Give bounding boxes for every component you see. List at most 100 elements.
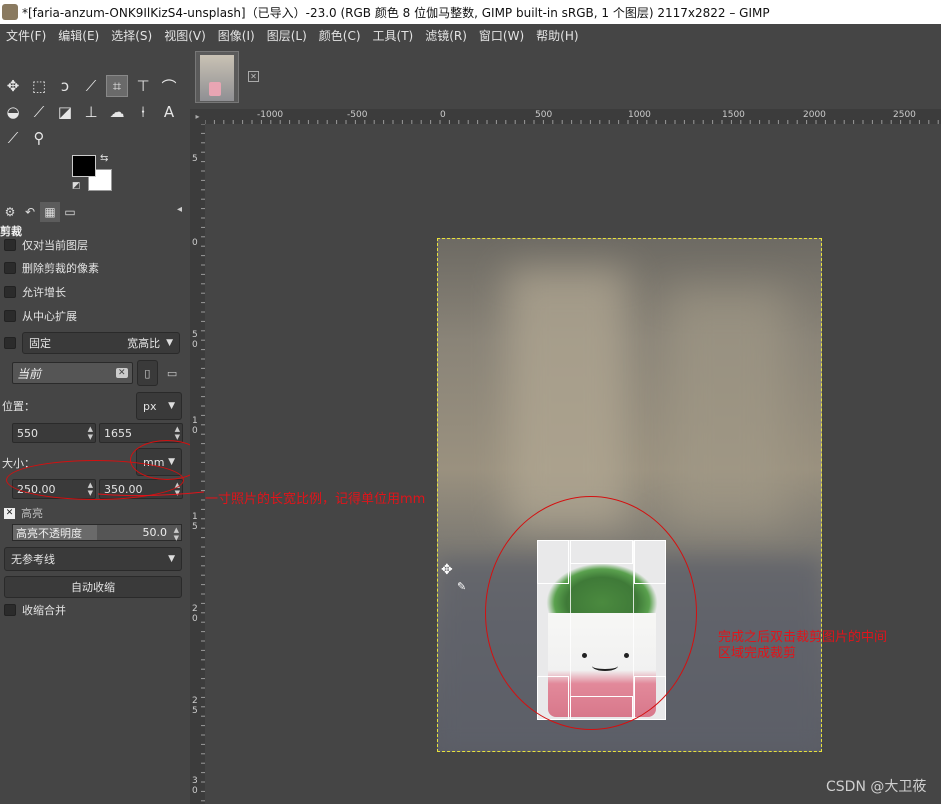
allow-growing-label: 允许增长: [22, 286, 66, 299]
allow-growing-option[interactable]: 允许增长: [4, 283, 66, 301]
device-status-tab-icon[interactable]: ▭: [60, 202, 80, 222]
ruler-h-label: -1000: [257, 110, 284, 120]
ruler-v-label: 1: [192, 512, 198, 522]
title-bar: *[faria-anzum-ONK9IlKizS4-unsplash]（已导入）…: [0, 0, 941, 24]
zoom-icon[interactable]: ⚲: [28, 127, 50, 149]
ruler-v-label: 0: [192, 786, 198, 796]
menu-edit[interactable]: 编辑(E): [52, 27, 105, 44]
menu-file[interactable]: 文件(F): [0, 27, 52, 44]
image-canvas[interactable]: ✥ ✎: [205, 124, 941, 804]
chevron-down-icon: ▼: [166, 338, 173, 348]
shrink-merged-checkbox[interactable]: [4, 604, 16, 616]
foreground-color-swatch[interactable]: [72, 155, 96, 177]
menu-windows[interactable]: 窗口(W): [473, 27, 530, 44]
allow-growing-checkbox[interactable]: [4, 286, 16, 298]
size-annotation-text: 一寸照片的长宽比例，记得单位用mm: [205, 492, 426, 507]
menu-filters[interactable]: 滤镜(R): [419, 27, 473, 44]
dock-tabs: ⚙ ↶ ▦ ▭ ◂: [0, 202, 188, 222]
menu-colors[interactable]: 颜色(C): [313, 27, 367, 44]
fuzzy-select-icon[interactable]: ⟋: [80, 75, 102, 97]
menu-view[interactable]: 视图(V): [158, 27, 212, 44]
delete-cropped-label: 删除剪裁的像素: [22, 262, 99, 275]
landscape-icon[interactable]: ▭: [162, 360, 182, 386]
color-swatches: ⇆ ◩: [72, 153, 114, 195]
current-ratio-entry[interactable]: 当前 ✕: [12, 362, 133, 384]
menu-select[interactable]: 选择(S): [105, 27, 158, 44]
clone-icon[interactable]: ⊥: [80, 101, 102, 123]
chevron-down-icon: ▼: [168, 554, 175, 564]
close-icon[interactable]: ✕: [248, 71, 259, 82]
images-tab-icon[interactable]: ▦: [40, 202, 60, 222]
spin-arrows-icon[interactable]: ▲ ▼: [174, 526, 179, 542]
shrink-merged-option[interactable]: 收缩合并: [4, 601, 66, 619]
ruler-h-label: 2500: [893, 110, 916, 120]
current-layer-only-checkbox[interactable]: [4, 239, 16, 251]
move-cursor-icon: ✥: [441, 562, 453, 578]
fixed-row: 固定 宽高比 ▼: [4, 332, 184, 354]
position-unit-value: px: [143, 399, 157, 413]
highlight-checkbox[interactable]: ✕: [4, 507, 15, 519]
ruler-corner-icon[interactable]: ▸: [190, 109, 205, 124]
fixed-mode-combo[interactable]: 固定 宽高比 ▼: [22, 332, 180, 354]
delete-cropped-option[interactable]: 删除剪裁的像素: [4, 259, 99, 277]
position-unit-combo[interactable]: px ▼: [136, 392, 182, 420]
fixed-checkbox[interactable]: [4, 337, 16, 349]
ruler-v-label: 0: [192, 340, 198, 350]
highlight-opacity-slider[interactable]: 高亮不透明度 50.0 ▲ ▼: [12, 524, 182, 542]
chevron-down-icon: ▼: [168, 401, 175, 411]
rect-select-icon[interactable]: ⬚: [28, 75, 50, 97]
spin-arrows-icon[interactable]: ▲ ▼: [88, 425, 93, 441]
dock-menu-icon[interactable]: ◂: [177, 204, 182, 215]
spin-arrows-icon[interactable]: ▲ ▼: [175, 425, 180, 441]
bucket-fill-icon[interactable]: ◒: [2, 101, 24, 123]
menu-image[interactable]: 图像(I): [212, 27, 261, 44]
crop-tool-icon[interactable]: ⌗: [106, 75, 128, 97]
ruler-v-label: 5: [192, 154, 198, 164]
delete-cropped-checkbox[interactable]: [4, 262, 16, 274]
path-icon[interactable]: ⍿: [132, 101, 154, 123]
ruler-h-label: -500: [347, 110, 368, 120]
annotation-underline: [97, 491, 205, 497]
shrink-merged-label: 收缩合并: [22, 604, 66, 617]
vertical-ruler: 5 0 5 0 1 0 1 5 2 0 2 5 3 0: [190, 124, 205, 804]
move-tool-icon[interactable]: ✥: [2, 75, 24, 97]
ruler-v-label: 0: [192, 614, 198, 624]
eraser-icon[interactable]: ◪: [54, 101, 76, 123]
auto-shrink-button[interactable]: 自动收缩: [4, 576, 182, 598]
expand-from-center-label: 从中心扩展: [22, 310, 77, 323]
transform-icon[interactable]: ⊤: [132, 75, 154, 97]
smudge-icon[interactable]: ☁: [106, 101, 128, 123]
guides-combo[interactable]: 无参考线 ▼: [4, 547, 182, 571]
position-x-value: 550: [17, 426, 38, 440]
reset-colors-icon[interactable]: ◩: [72, 181, 81, 191]
current-layer-only-option[interactable]: 仅对当前图层: [4, 236, 88, 254]
swap-colors-icon[interactable]: ⇆: [100, 153, 108, 164]
warp-icon[interactable]: ⌒: [158, 75, 180, 97]
highlight-option[interactable]: ✕ 高亮: [4, 505, 43, 521]
ruler-h-label: 1500: [722, 110, 745, 120]
clear-icon[interactable]: ✕: [115, 368, 128, 378]
lasso-icon[interactable]: ↄ: [54, 75, 76, 97]
ruler-v-label: 5: [192, 706, 198, 716]
ruler-h-label: 1000: [628, 110, 651, 120]
horizontal-ruler: -1000 -500 0 500 1000 1500 2000 2500: [205, 109, 941, 124]
ruler-v-label: 5: [192, 522, 198, 532]
position-x-input[interactable]: 550 ▲ ▼: [12, 423, 96, 443]
crop-annotation-line2: 区域完成裁剪: [718, 646, 797, 661]
highlight-opacity-label: 高亮不透明度: [16, 526, 82, 540]
text-tool-icon[interactable]: A: [158, 101, 180, 123]
color-picker-icon[interactable]: ⟋: [2, 127, 24, 149]
image-thumbnail-tab[interactable]: [195, 51, 239, 103]
portrait-icon[interactable]: ▯: [136, 360, 159, 386]
paintbrush-icon[interactable]: ⟋: [28, 101, 50, 123]
menu-layer[interactable]: 图层(L): [261, 27, 313, 44]
expand-from-center-checkbox[interactable]: [4, 310, 16, 322]
tool-options-tab-icon[interactable]: ⚙: [0, 202, 20, 222]
ruler-h-label: 500: [535, 110, 553, 120]
thumbnail-pot: [209, 82, 221, 96]
menu-tools[interactable]: 工具(T): [367, 27, 420, 44]
undo-history-tab-icon[interactable]: ↶: [20, 202, 40, 222]
menu-help[interactable]: 帮助(H): [530, 27, 584, 44]
expand-from-center-option[interactable]: 从中心扩展: [4, 307, 77, 325]
annotation-ellipse-crop: [485, 496, 697, 730]
